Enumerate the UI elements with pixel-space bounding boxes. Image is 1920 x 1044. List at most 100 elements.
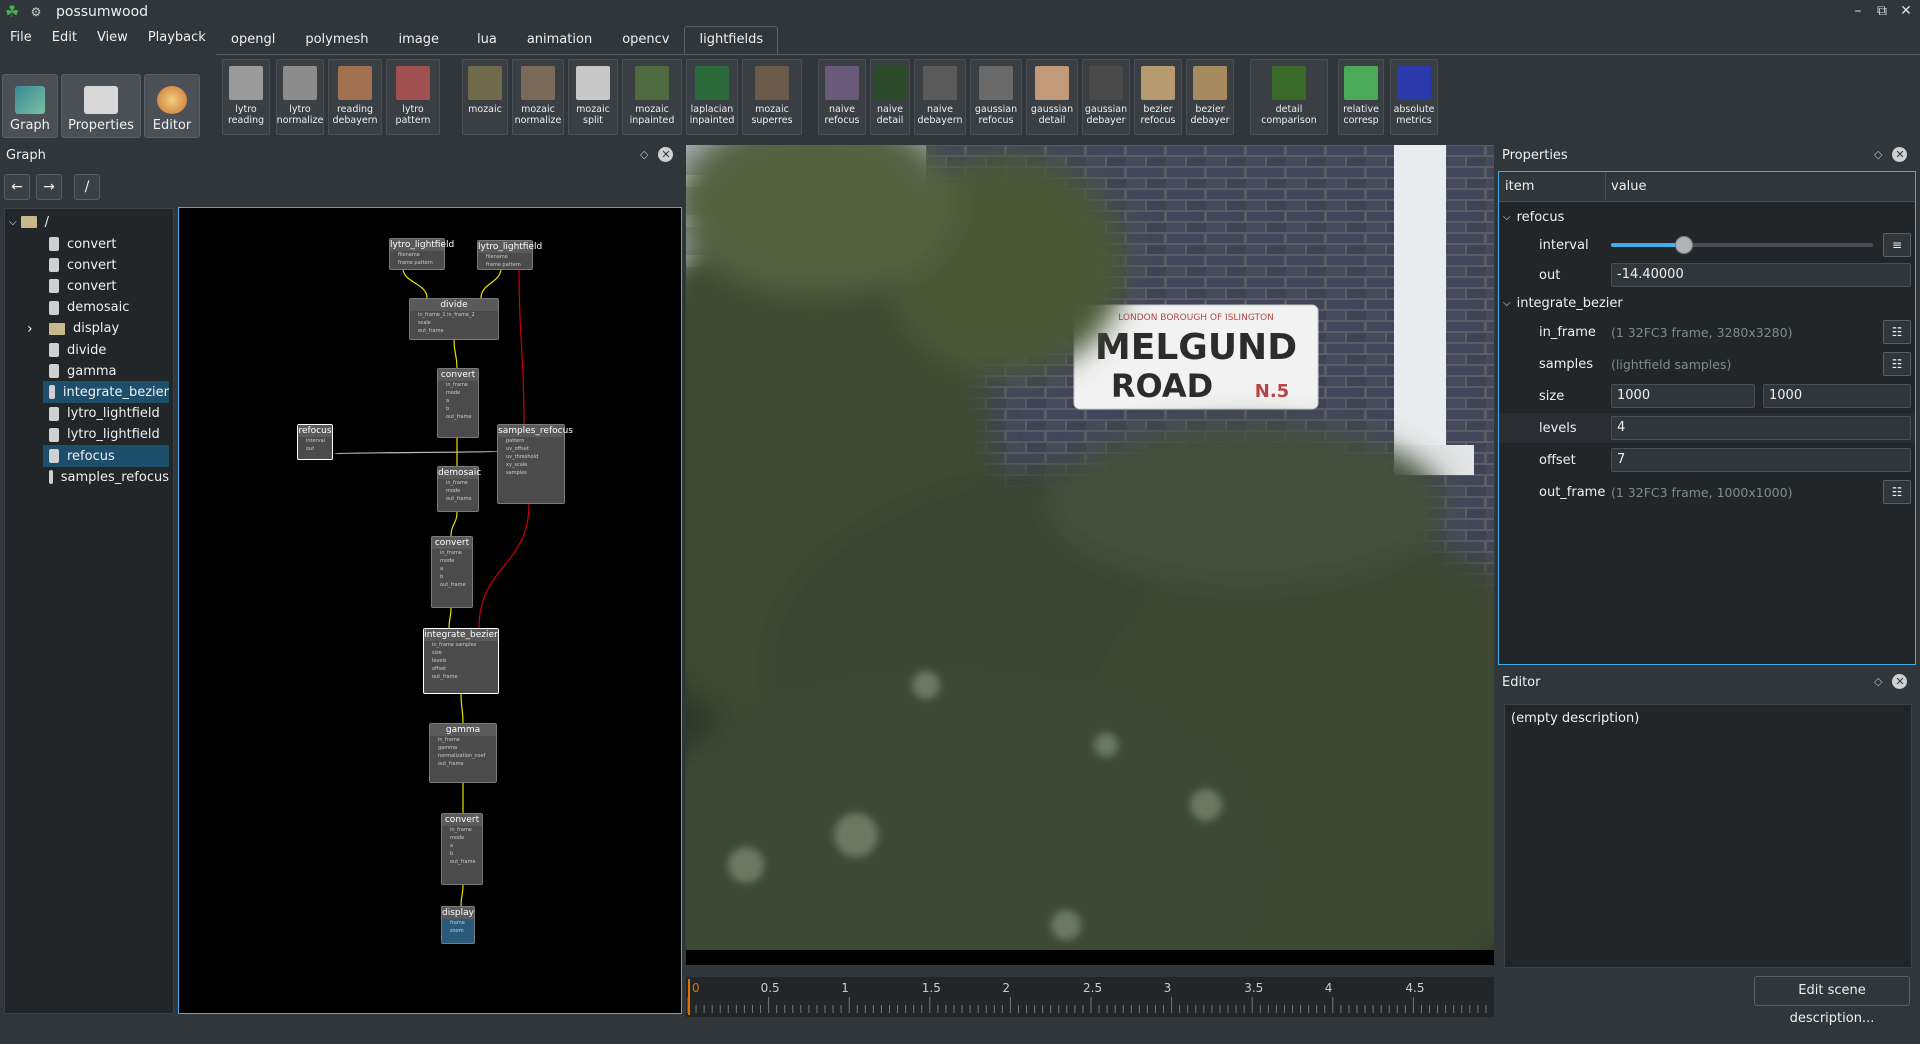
tool-naive-detail[interactable]: naive detail [870,59,910,135]
graph-node-convert[interactable]: convert in_frame mode a b out_frame [441,813,483,885]
node-port[interactable]: in_frame samples [424,641,498,649]
minimize-icon[interactable]: – [1850,2,1866,20]
tool-lytro-reading[interactable]: lytro reading [222,59,270,135]
node-port[interactable]: samples [498,469,564,477]
tool-bezier-debayer[interactable]: bezier debayer [1186,59,1234,135]
editor-description[interactable]: (empty description) [1504,704,1912,968]
graph-node-convert[interactable]: convert in_frame mode a b out_frame [431,536,473,608]
tab-lightfields[interactable]: lightfields [684,26,779,54]
tool-gaussian-detail[interactable]: gaussian detail [1026,59,1078,135]
tree-item-convert[interactable]: convert [43,233,169,255]
node-port[interactable]: uv_threshold [498,453,564,461]
node-port[interactable]: levels [424,657,498,665]
float-icon[interactable]: ◇ [1874,148,1882,161]
graph-node-gamma[interactable]: gamma in_frame gamma normalization_coef out_… [429,723,497,783]
tree-item-convert[interactable]: convert [43,254,169,276]
slider-handle[interactable] [1675,236,1694,254]
node-port[interactable]: in_frame [432,549,472,557]
group-refocus[interactable]: ⌵ refocus [1499,202,1915,232]
node-port[interactable]: out_frame [424,673,498,681]
node-port[interactable]: mode [438,487,478,495]
tab-animation[interactable]: animation [512,26,607,54]
graph-node-lytro_lightfield[interactable]: lytro_lightfield filename frame pattern [389,238,454,270]
tree-item-demosaic[interactable]: demosaic [43,297,169,319]
tree-item-refocus[interactable]: refocus [43,445,169,467]
tool-mozaic-normalize[interactable]: mozaic normalize [512,59,564,135]
menu-playback[interactable]: Playback [138,26,216,52]
tool-gaussian-debayer[interactable]: gaussian debayer [1082,59,1130,135]
edit-scene-description-button[interactable]: Edit scene description... [1754,976,1910,1026]
tool-mozaic-superres[interactable]: mozaic superres [742,59,802,135]
node-port[interactable]: in_frame [430,736,496,744]
node-port[interactable]: a [438,397,478,405]
node-port[interactable]: filename [478,253,532,261]
node-port[interactable]: out_frame [432,581,472,589]
levels-spinbox[interactable]: 4 [1611,416,1911,440]
node-port[interactable]: size [424,649,498,657]
menu-icon[interactable]: ≡ [1883,233,1911,257]
tool-laplacian-inpainted[interactable]: laplacian inpainted [686,59,738,135]
node-port[interactable]: out_frame [430,760,496,768]
node-port[interactable]: uv_offset [498,445,564,453]
interval-slider[interactable] [1611,236,1873,254]
tool-reading-debayern[interactable]: reading debayern [328,59,382,135]
maximize-icon[interactable]: ⧉ [1874,2,1890,20]
node-port[interactable]: a [442,842,482,850]
tree-item-lytro_lightfield[interactable]: lytro_lightfield [43,424,169,446]
node-port[interactable]: offset [424,665,498,673]
tree-item-display[interactable]: display › [27,318,169,340]
node-port[interactable]: out_frame [438,413,478,421]
tool-bezier-refocus[interactable]: bezier refocus [1134,59,1182,135]
tab-polymesh[interactable]: polymesh [290,26,383,54]
node-port[interactable]: in_frame [438,479,478,487]
timeline[interactable]: 0 0.5 1 1.5 2 2.5 3 3.5 4 4.5 [686,977,1494,1017]
tool-lytro-pattern[interactable]: lytro pattern [386,59,440,135]
size-height-spinbox[interactable]: 1000 [1763,384,1911,408]
comment-icon[interactable]: ☷ [1883,480,1911,504]
node-port[interactable]: pattern [498,437,564,445]
tree-item-convert[interactable]: convert [43,275,169,297]
graph-node-refocus[interactable]: refocus interval out [297,424,333,460]
node-port[interactable]: mode [432,557,472,565]
chevron-right-icon[interactable]: › [27,321,33,337]
node-port[interactable]: a [432,565,472,573]
node-port[interactable]: zoom [442,927,474,935]
editor-dock-button[interactable]: Editor [144,74,200,138]
graph-node-divide[interactable]: divide in_frame_1 in_frame_2 scale out_fram… [409,298,499,340]
tree-item-gamma[interactable]: gamma [43,360,169,382]
node-port[interactable]: interval [298,437,332,445]
tree-item-lytro_lightfield[interactable]: lytro_lightfield [43,403,169,425]
tab-lua[interactable]: lua [462,26,512,54]
gear-icon[interactable]: ⚙ [28,5,44,19]
size-width-spinbox[interactable]: 1000 [1611,384,1755,408]
graph-node-integrate_bezier[interactable]: integrate_bezier in_frame samples size leve… [423,628,499,694]
node-port[interactable]: in_frame [438,381,478,389]
menu-file[interactable]: File [0,26,42,52]
node-port[interactable]: gamma [430,744,496,752]
tool-relative-corresp[interactable]: relative corresp [1338,59,1384,135]
tree-root[interactable]: ⌵ / [9,211,49,233]
node-port[interactable]: frame pattern [390,259,444,267]
node-port[interactable]: b [438,405,478,413]
image-viewer[interactable]: LONDON BOROUGH OF ISLINGTON MELGUND ROAD… [686,145,1494,965]
tool-naive-refocus[interactable]: naive refocus [818,59,866,135]
group-integrate-bezier[interactable]: ⌵ integrate_bezier [1499,288,1915,318]
tree-item-divide[interactable]: divide [43,339,169,361]
close-panel-icon[interactable]: ✕ [1892,674,1908,689]
graph-node-lytro_lightfield[interactable]: lytro_lightfield filename frame pattern [477,240,542,270]
tool-gaussian-refocus[interactable]: gaussian refocus [970,59,1022,135]
tool-absolute-metrics[interactable]: absolute metrics [1390,59,1438,135]
node-port[interactable]: b [432,573,472,581]
node-port[interactable]: out [298,445,332,453]
node-port[interactable]: out_frame [438,495,478,503]
node-port[interactable]: scale [410,319,498,327]
node-port[interactable]: mode [442,834,482,842]
forward-button[interactable]: → [36,174,62,200]
menu-view[interactable]: View [87,26,138,52]
node-port[interactable]: frame pattern [478,261,532,269]
node-port[interactable]: xy_scale [498,461,564,469]
tab-opengl[interactable]: opengl [216,26,290,54]
tool-detail-comparison[interactable]: detail comparison [1250,59,1328,135]
tab-opencv[interactable]: opencv [607,26,684,54]
node-port[interactable]: mode [438,389,478,397]
